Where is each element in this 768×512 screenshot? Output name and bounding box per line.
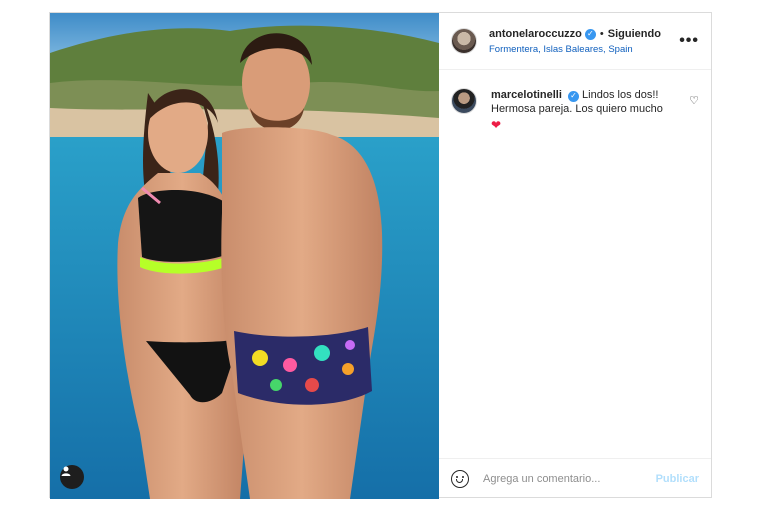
verified-badge-icon: ✓ [584,28,596,40]
like-heart-icon[interactable]: ♡ [689,94,699,107]
user-tag-button[interactable] [60,465,84,489]
commenter-avatar[interactable] [451,88,477,114]
post-photo[interactable] [50,13,439,499]
red-heart-emoji: ❤ [491,118,502,132]
post-header: antonelaroccuzzo ✓ • Siguiendo Formenter… [439,13,711,70]
photo-illustration [50,13,439,499]
following-button[interactable]: Siguiendo [608,27,661,41]
comment-body: marcelotinelli ✓ Lindos los dos!! Hermos… [491,88,689,132]
comment-input[interactable] [483,473,650,485]
comment-text-line1: Lindos los dos!! [582,89,659,101]
author-row: antonelaroccuzzo ✓ • Siguiendo [489,27,671,41]
author-username[interactable]: antonelaroccuzzo [489,27,582,41]
comment-item: marcelotinelli ✓ Lindos los dos!! Hermos… [451,88,699,132]
commenter-username[interactable]: marcelotinelli [491,89,562,101]
post-location[interactable]: Formentera, Islas Baleares, Spain [489,44,671,55]
add-comment-bar: Publicar [439,458,711,499]
publish-button[interactable]: Publicar [656,473,699,485]
verified-badge-icon: ✓ [567,90,579,102]
instagram-post: antonelaroccuzzo ✓ • Siguiendo Formenter… [49,12,712,499]
author-avatar[interactable] [451,28,477,54]
separator-dot: • [599,28,604,40]
comment-text-line2: Hermosa pareja. Los quiero mucho [491,103,663,115]
comments-list: marcelotinelli ✓ Lindos los dos!! Hermos… [439,70,711,458]
more-options-icon[interactable]: ••• [679,32,699,50]
emoji-icon[interactable] [451,470,469,488]
post-side-panel: antonelaroccuzzo ✓ • Siguiendo Formenter… [439,13,711,499]
author-info: antonelaroccuzzo ✓ • Siguiendo Formenter… [489,27,671,55]
user-tag-icon [61,466,71,476]
